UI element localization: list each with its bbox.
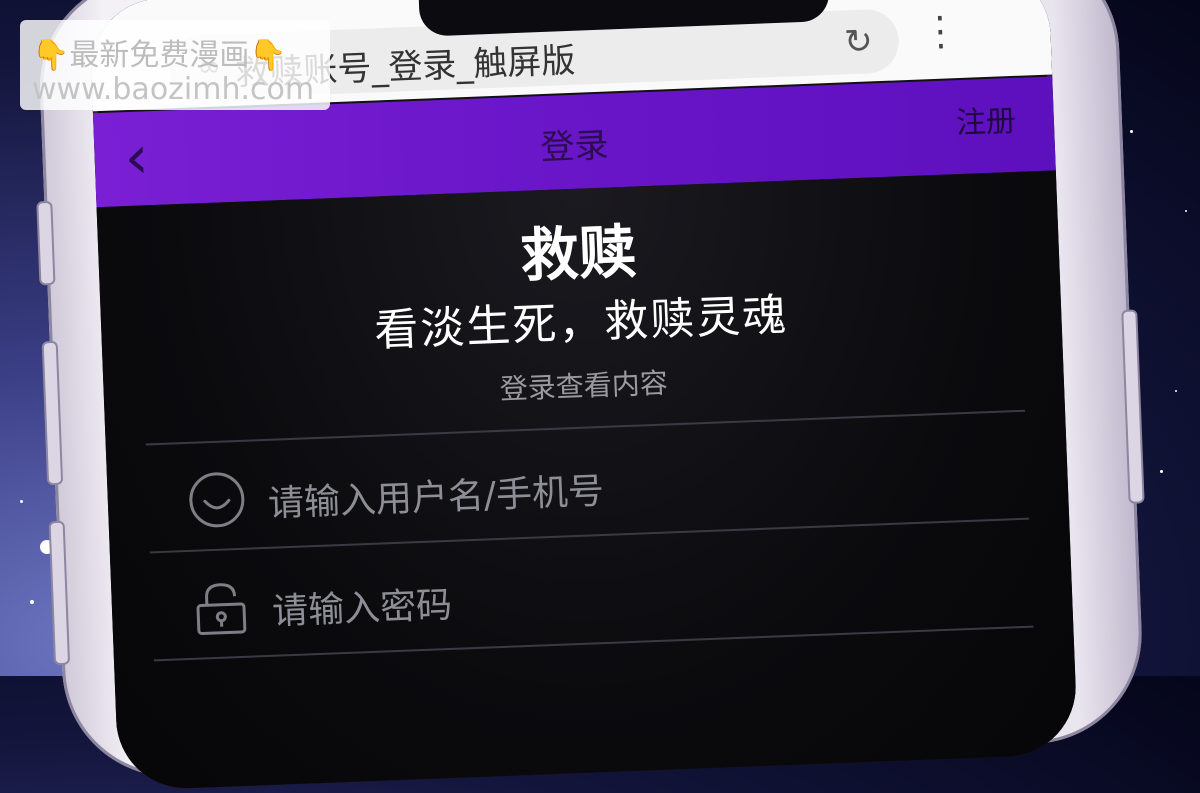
phone-screen: ∞ 救赎账号_登录_触屏版 ↻ ··· ‹ 登录 注册 救赎 看淡生死，救赎灵魂… [89, 0, 1079, 791]
password-placeholder: 请输入密码 [271, 576, 453, 635]
watermark-text: 👇最新免费漫画👇 [32, 30, 287, 74]
username-placeholder: 请输入用户名/手机号 [267, 462, 605, 527]
register-link[interactable]: 注册 [955, 96, 1017, 142]
lock-icon [191, 578, 251, 638]
watermark-url: www.baozimh.com [32, 72, 314, 107]
site-watermark: 👇最新免费漫画👇 www.baozimh.com [20, 20, 330, 110]
header-title: 登录 [94, 100, 1055, 186]
reload-icon[interactable]: ↻ [843, 19, 873, 64]
phone-device: ∞ 救赎账号_登录_触屏版 ↻ ··· ‹ 登录 注册 救赎 看淡生死，救赎灵魂… [26, 0, 1174, 741]
login-panel: 救赎 看淡生死，救赎灵魂 登录查看内容 请输入用户名/手机号 [97, 170, 1079, 790]
volume-button [36, 201, 55, 286]
password-field[interactable]: 请输入密码 [150, 530, 1033, 660]
more-vertical-icon[interactable]: ··· [930, 12, 952, 55]
smiley-icon [187, 470, 247, 530]
username-field[interactable]: 请输入用户名/手机号 [146, 422, 1029, 552]
